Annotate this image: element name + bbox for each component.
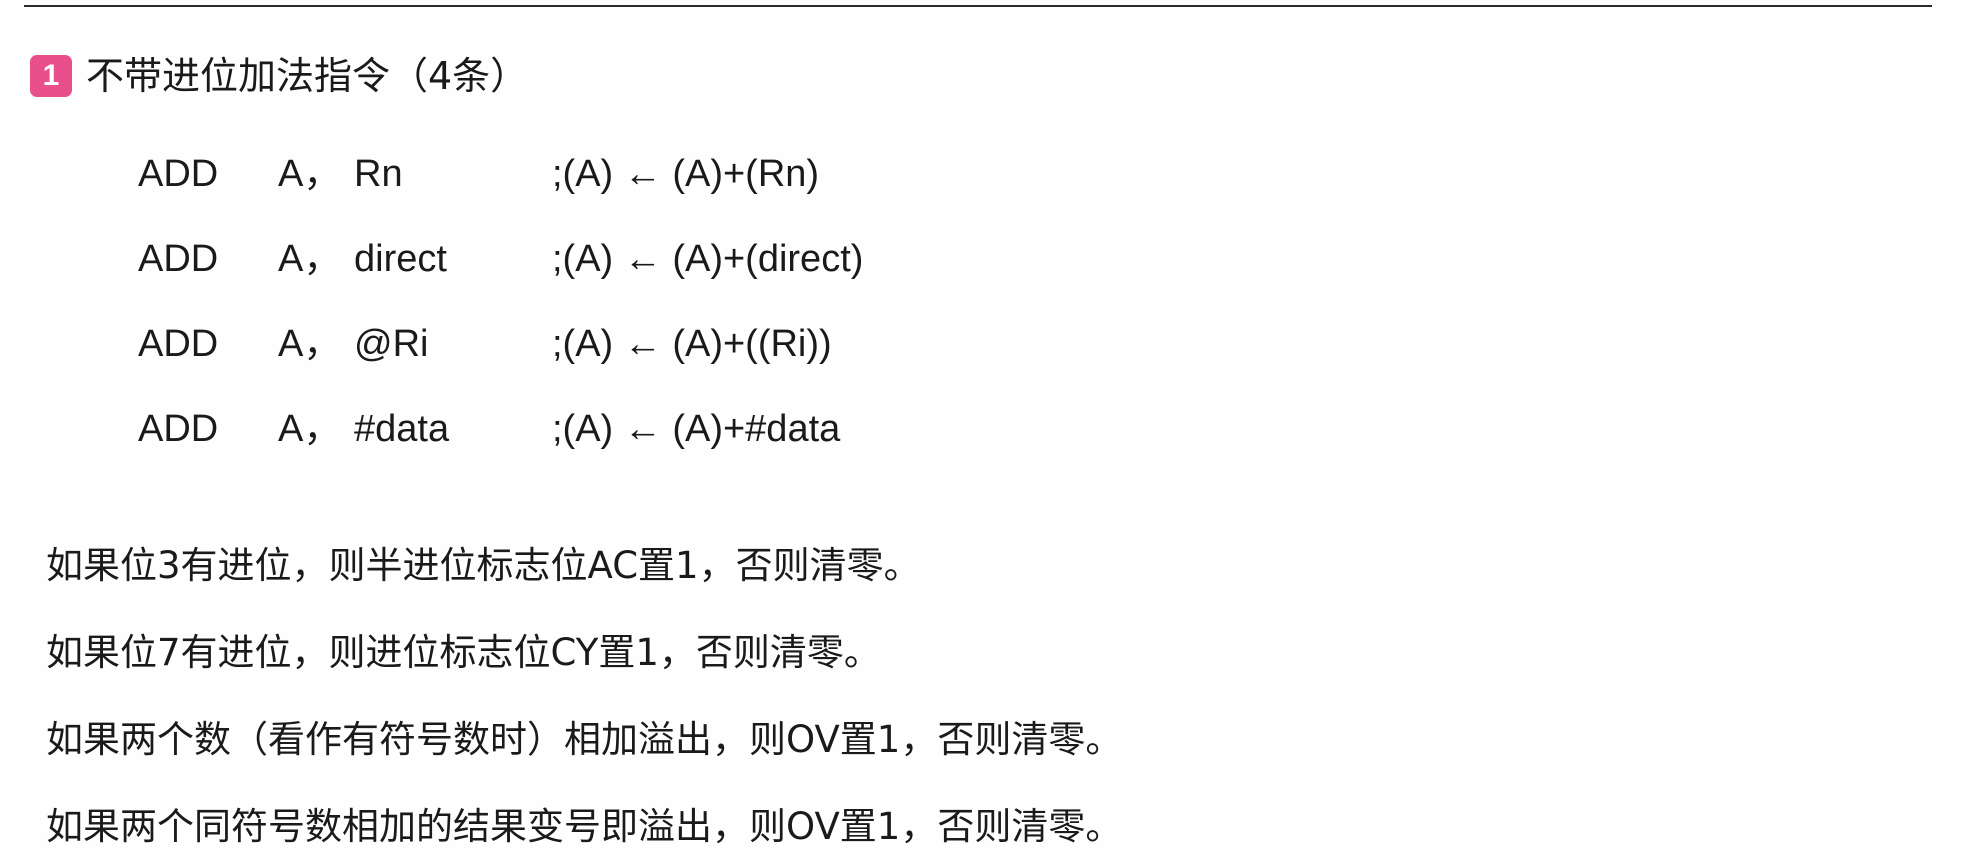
instruction-source: direct	[354, 238, 447, 280]
instruction-opcode: ADD	[138, 408, 219, 450]
instruction-source: @Ri	[354, 323, 429, 365]
instruction-source: #data	[354, 408, 450, 450]
instruction-comment: ;(A) ← (A)+((Ri))	[552, 323, 832, 365]
instruction-destination: A，	[278, 323, 342, 365]
instruction-opcode: ADD	[138, 153, 219, 195]
instruction-opcode: ADD	[138, 238, 219, 280]
note-line: 如果两个同符号数相加的结果变号即溢出，则OV置1，否则清零。	[46, 805, 1123, 848]
instruction-destination: A，	[278, 408, 342, 450]
instruction-comment: ;(A) ← (A)+(Rn)	[552, 153, 820, 195]
top-divider	[24, 5, 1932, 7]
section-title: 不带进位加法指令（4条）	[86, 54, 529, 98]
note-line: 如果两个数（看作有符号数时）相加溢出，则OV置1，否则清零。	[46, 718, 1123, 761]
instruction-source: Rn	[354, 153, 403, 195]
instruction-row: ADD A， #data ;(A) ← (A)+#data	[0, 399, 1980, 459]
instruction-comment: ;(A) ← (A)+#data	[552, 408, 841, 450]
instruction-row: ADD A， Rn ;(A) ← (A)+(Rn)	[0, 144, 1980, 204]
note-line: 如果位3有进位，则半进位标志位AC置1，否则清零。	[46, 544, 921, 587]
instruction-comment: ;(A) ← (A)+(direct)	[552, 238, 864, 280]
instruction-destination: A，	[278, 238, 342, 280]
section-heading: 1 不带进位加法指令（4条）	[30, 48, 528, 104]
instruction-destination: A，	[278, 153, 342, 195]
section-number-badge: 1	[30, 55, 72, 97]
note-line: 如果位7有进位，则进位标志位CY置1，否则清零。	[46, 631, 881, 674]
instruction-opcode: ADD	[138, 323, 219, 365]
instruction-row: ADD A， @Ri ;(A) ← (A)+((Ri))	[0, 314, 1980, 374]
instruction-row: ADD A， direct ;(A) ← (A)+(direct)	[0, 229, 1980, 289]
